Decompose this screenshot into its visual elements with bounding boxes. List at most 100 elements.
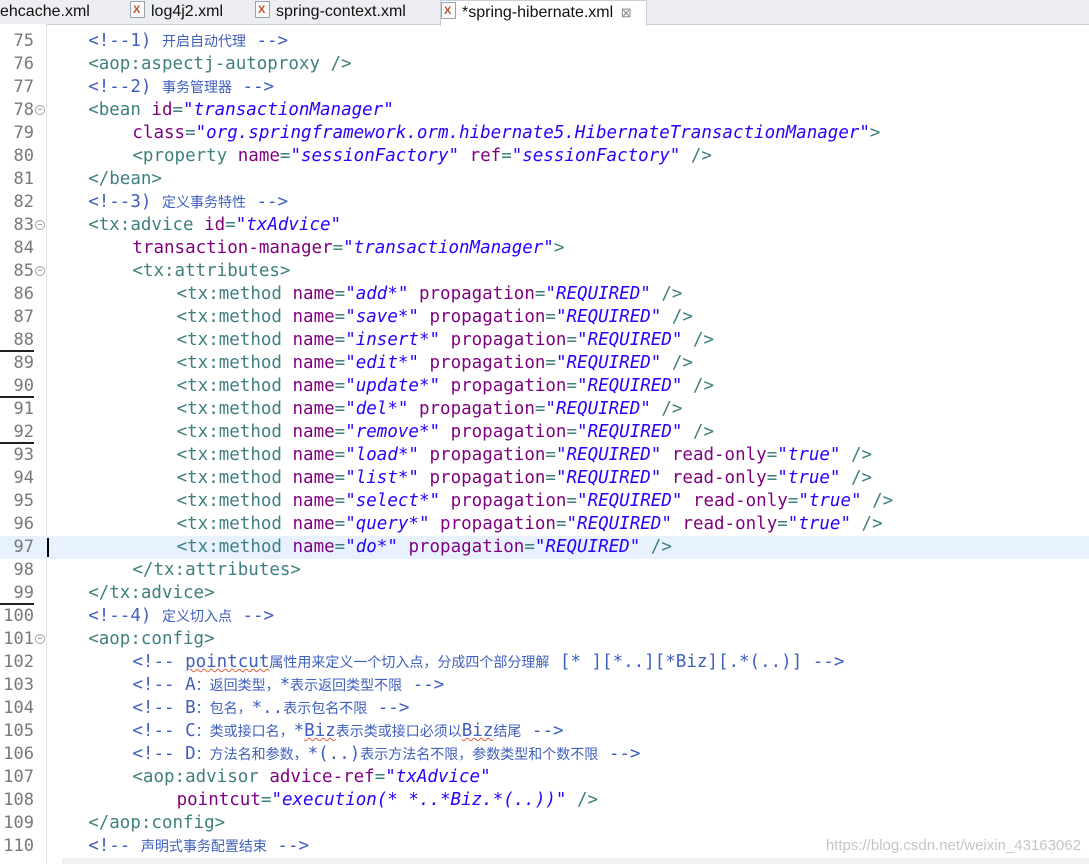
tab-1[interactable]: log4j2.xml	[130, 0, 254, 24]
code-line[interactable]: 88 <tx:method name="insert*" propagation=…	[0, 329, 1089, 352]
code-line[interactable]: 96 <tx:method name="query*" propagation="…	[0, 513, 1089, 536]
code-text: <!-- A：返回类型，*表示返回类型不限 -->	[132, 674, 444, 697]
code-line[interactable]: 109 </aop:config>	[0, 812, 1089, 835]
code-line[interactable]: 93 <tx:method name="load*" propagation="R…	[0, 444, 1089, 467]
code-token: =	[545, 353, 556, 373]
code-line[interactable]: 80 <property name="sessionFactory" ref="s…	[0, 145, 1089, 168]
code-line[interactable]: 78− <bean id="transactionManager"	[0, 99, 1089, 122]
code-line[interactable]: 82 <!--3) 定义事务特性 -->	[0, 191, 1089, 214]
code-line[interactable]: 103 <!-- A：返回类型，*表示返回类型不限 -->	[0, 674, 1089, 697]
code-line[interactable]: 85− <tx:attributes>	[0, 260, 1089, 283]
code-line[interactable]: 81 </bean>	[0, 168, 1089, 191]
tab-3[interactable]: *spring-hibernate.xml ⊠	[440, 0, 647, 26]
code-line[interactable]: 94 <tx:method name="list*" propagation="R…	[0, 467, 1089, 490]
code-line[interactable]: 102 <!-- pointcut属性用来定义一个切入点，分成四个部分理解 [* …	[0, 651, 1089, 674]
code-line[interactable]: 101− <aop:config>	[0, 628, 1089, 651]
code-text: <bean id="transactionManager"	[88, 99, 394, 122]
code-token: =	[524, 537, 535, 557]
fold-toggle-icon[interactable]: −	[35, 220, 45, 230]
code-token: name	[292, 330, 335, 350]
code-token: <tx:advice	[88, 215, 205, 235]
code-line[interactable]: 75 <!--1) 开启自动代理 -->	[0, 30, 1089, 53]
code-token: "txAdvice"	[235, 215, 342, 235]
code-token: ：方法名和参数，	[195, 747, 308, 763]
code-line[interactable]: 106 <!-- D：方法名和参数，*(..)表示方法名不限，参数类型和个数不限 …	[0, 743, 1089, 766]
code-line[interactable]: 79 class="org.springframework.orm.hiberna…	[0, 122, 1089, 145]
code-line[interactable]: 95 <tx:method name="select*" propagation=…	[0, 490, 1089, 513]
fold-toggle-icon[interactable]: −	[35, 266, 45, 276]
tab-0[interactable]: ehcache.xml	[0, 0, 128, 24]
line-number: 77	[13, 77, 34, 97]
code-token: />	[840, 445, 873, 465]
code-text: </tx:attributes>	[132, 559, 301, 582]
code-token: "REQUIRED"	[555, 307, 662, 327]
code-line[interactable]: 89 <tx:method name="edit*" propagation="R…	[0, 352, 1089, 375]
horizontal-scrollbar[interactable]	[62, 858, 1089, 864]
code-token: "REQUIRED"	[534, 537, 641, 557]
code-text: <aop:advisor advice-ref="txAdvice"	[132, 766, 490, 789]
fold-toggle-icon[interactable]: −	[35, 634, 45, 644]
code-text: <tx:method name="save*" propagation="REQ…	[177, 306, 693, 329]
code-text: <tx:method name="load*" propagation="REQ…	[177, 444, 872, 467]
code-token: "org.springframework.orm.hibernate5.Hibe…	[195, 123, 870, 143]
code-line[interactable]: 86 <tx:method name="add*" propagation="RE…	[0, 283, 1089, 306]
code-token: <tx:method	[176, 445, 293, 465]
code-token: =	[334, 445, 346, 465]
code-token: -->	[231, 606, 275, 626]
code-line[interactable]: 90 <tx:method name="update*" propagation=…	[0, 375, 1089, 398]
code-token: =	[334, 399, 346, 419]
code-token: Biz	[461, 721, 494, 741]
xml-file-icon	[130, 0, 145, 22]
code-line[interactable]: 87 <tx:method name="save*" propagation="R…	[0, 306, 1089, 329]
code-token: Biz	[304, 721, 336, 741]
code-token: "execution(* *..*Biz.*(..))"	[271, 790, 567, 810]
code-line[interactable]: 91 <tx:method name="del*" propagation="RE…	[0, 398, 1089, 421]
code-token: *..	[251, 698, 284, 718]
code-line[interactable]: 107 <aop:advisor advice-ref="txAdvice"	[0, 766, 1089, 789]
code-token: "load*"	[345, 445, 419, 465]
code-token: <tx:method	[176, 284, 293, 304]
code-line[interactable]: 108 pointcut="execution(* *..*Biz.*(..))"…	[0, 789, 1089, 812]
code-token: <tx:method	[176, 330, 293, 350]
code-token: "del*"	[345, 399, 409, 419]
code-token: "transactionManager"	[343, 238, 554, 258]
code-token: =	[334, 284, 346, 304]
code-line[interactable]: 84 transaction-manager="transactionManage…	[0, 237, 1089, 260]
code-text: <tx:method name="list*" propagation="REQ…	[177, 467, 872, 490]
code-line[interactable]: 77 <!--2) 事务管理器 -->	[0, 76, 1089, 99]
code-token: 表示包名不限	[283, 701, 368, 717]
code-token: <aop:config>	[88, 629, 215, 649]
code-line[interactable]: 104 <!-- B：包名，*..表示包名不限 -->	[0, 697, 1089, 720]
code-token: =	[334, 307, 346, 327]
code-token: "sessionFactory"	[290, 146, 460, 166]
line-number: 83	[13, 215, 34, 235]
code-line[interactable]: 100 <!--4) 定义切入点 -->	[0, 605, 1089, 628]
code-line[interactable]: 98 </tx:attributes>	[0, 559, 1089, 582]
code-token: name	[292, 468, 335, 488]
code-token: =	[566, 491, 578, 511]
code-line[interactable]: 97 <tx:method name="do*" propagation="REQ…	[0, 536, 1089, 559]
code-line[interactable]: 105 <!-- C：类或接口名，*Biz表示类或接口必须以Biz结尾 -->	[0, 720, 1089, 743]
code-token: propagation	[450, 422, 567, 442]
code-token: propagation	[408, 537, 525, 557]
code-text: </tx:advice>	[88, 582, 214, 605]
xml-editor[interactable]: 75 <!--1) 开启自动代理 --> 76 <aop:aspectj-autopr…	[0, 24, 1089, 864]
line-number: 90	[0, 375, 34, 398]
code-token: />	[861, 491, 894, 511]
code-token: <!-- C	[132, 721, 196, 741]
code-token: />	[682, 330, 714, 350]
fold-toggle-icon[interactable]: −	[35, 105, 45, 115]
code-token: id	[204, 215, 226, 235]
code-token: 事务管理器	[161, 80, 232, 96]
close-tab-icon[interactable]: ⊠	[619, 1, 633, 25]
code-line[interactable]: 76 <aop:aspectj-autoproxy />	[0, 53, 1089, 76]
code-line[interactable]: 83− <tx:advice id="txAdvice"	[0, 214, 1089, 237]
code-line[interactable]: 99 </tx:advice>	[0, 582, 1089, 605]
code-token: =	[566, 376, 578, 396]
tab-2[interactable]: spring-context.xml	[255, 0, 439, 24]
code-line[interactable]: 92 <tx:method name="remove*" propagation=…	[0, 421, 1089, 444]
